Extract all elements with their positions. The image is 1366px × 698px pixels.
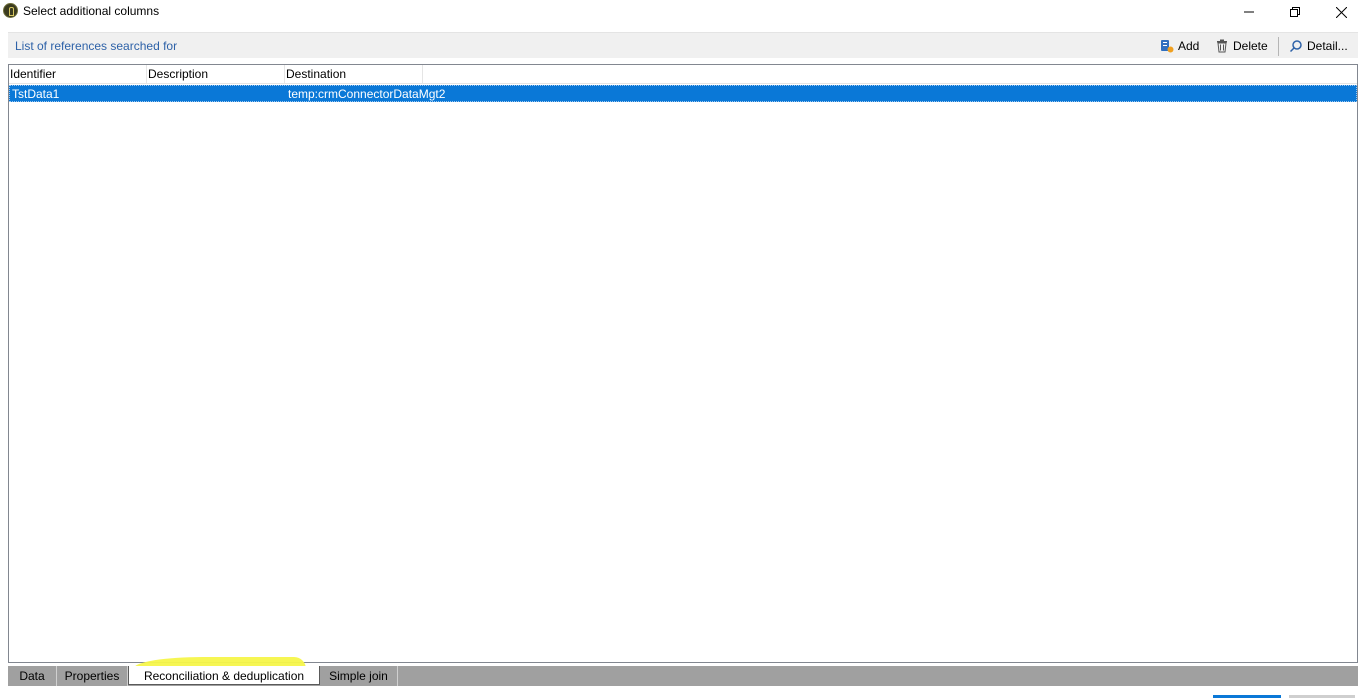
close-icon [1335, 6, 1347, 18]
app-logo-icon [3, 3, 18, 18]
cell-destination: temp:crmConnectorDataMgt2 [288, 87, 446, 101]
references-list[interactable]: Identifier Description Destination TstDa… [8, 64, 1358, 663]
detail-button[interactable]: Detail... [1289, 37, 1348, 55]
minimize-button[interactable] [1226, 0, 1272, 24]
delete-button[interactable]: Delete [1215, 37, 1268, 55]
cell-identifier: TstData1 [12, 87, 60, 101]
column-header-identifier[interactable]: Identifier [9, 65, 147, 84]
delete-label: Delete [1233, 39, 1268, 53]
column-header-destination[interactable]: Destination [285, 65, 423, 84]
add-label: Add [1178, 39, 1200, 53]
minimize-icon [1244, 11, 1254, 13]
toolbar-divider [1278, 37, 1279, 56]
list-header-toolbar: List of references searched for Add Dele… [8, 32, 1358, 58]
add-icon [1161, 40, 1174, 53]
search-icon [1289, 40, 1302, 53]
title-bar: Select additional columns [0, 0, 1366, 24]
tab-data[interactable]: Data [8, 666, 57, 686]
close-button[interactable] [1318, 0, 1364, 24]
tab-reconciliation-deduplication[interactable]: Reconciliation & deduplication [128, 666, 320, 685]
restore-button[interactable] [1272, 0, 1318, 24]
list-column-headers: Identifier Description Destination [9, 65, 1357, 84]
tab-properties[interactable]: Properties [57, 666, 128, 686]
list-row[interactable]: TstData1 temp:crmConnectorDataMgt2 [9, 85, 1357, 102]
tab-reconciliation-label: Reconciliation & deduplication [143, 669, 305, 683]
column-header-description[interactable]: Description [147, 65, 285, 84]
detail-label: Detail... [1307, 39, 1348, 53]
restore-icon [1290, 7, 1300, 17]
trash-icon [1217, 39, 1227, 53]
window-title: Select additional columns [23, 4, 160, 18]
section-title: List of references searched for [15, 39, 178, 53]
bottom-tab-bar: Data Properties Reconciliation & dedupli… [8, 666, 1358, 686]
tab-simple-join[interactable]: Simple join [320, 666, 398, 686]
add-button[interactable]: Add [1160, 37, 1199, 55]
